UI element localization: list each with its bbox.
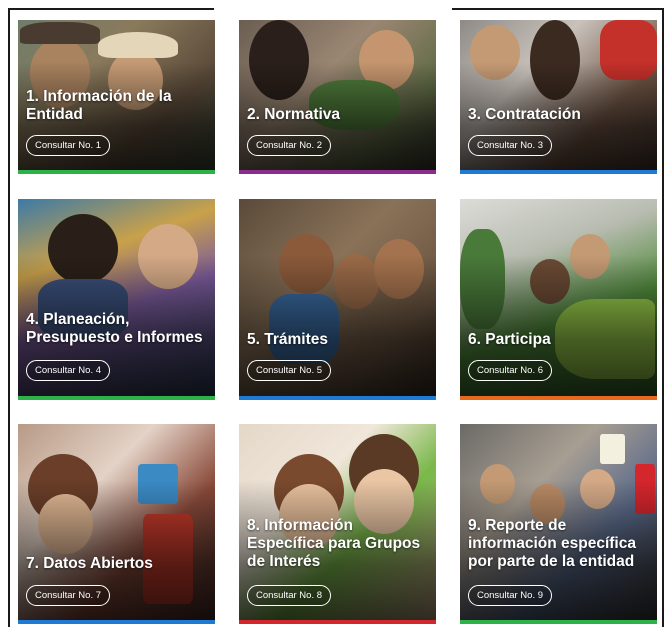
card-informacion-entidad[interactable]: 1. Información de la Entidad Consultar N… xyxy=(18,20,215,174)
card-color-bar xyxy=(460,170,657,174)
card-datos-abiertos[interactable]: 7. Datos Abiertos Consultar No. 7 xyxy=(18,424,215,624)
card-title: 9. Reporte de información específica por… xyxy=(468,517,636,570)
card-color-bar xyxy=(460,620,657,624)
consultar-button[interactable]: Consultar No. 5 xyxy=(247,360,332,381)
card-normativa[interactable]: 2. Normativa Consultar No. 2 xyxy=(239,20,436,174)
card-title: 1. Información de la Entidad xyxy=(26,88,172,123)
card-title: 5. Trámites xyxy=(247,331,328,348)
consultar-button[interactable]: Consultar No. 9 xyxy=(468,585,553,606)
consultar-button[interactable]: Consultar No. 2 xyxy=(247,135,332,156)
card-participa[interactable]: 6. Participa Consultar No. 6 xyxy=(460,199,657,400)
consultar-button[interactable]: Consultar No. 1 xyxy=(26,135,111,156)
consultar-button[interactable]: Consultar No. 4 xyxy=(26,360,111,381)
card-title: 4. Planeación, Presupuesto e Informes xyxy=(26,311,203,346)
card-contratacion[interactable]: 3. Contratación Consultar No. 3 xyxy=(460,20,657,174)
card-color-bar xyxy=(460,396,657,400)
card-title: 7. Datos Abiertos xyxy=(26,555,153,572)
card-planeacion[interactable]: 4. Planeación, Presupuesto e Informes Co… xyxy=(18,199,215,400)
consultar-button[interactable]: Consultar No. 8 xyxy=(247,585,332,606)
card-color-bar xyxy=(239,170,436,174)
card-color-bar xyxy=(18,396,215,400)
card-title: 2. Normativa xyxy=(247,106,341,123)
card-color-bar xyxy=(239,396,436,400)
card-title: 6. Participa xyxy=(468,331,551,348)
card-reporte-informacion[interactable]: 9. Reporte de información específica por… xyxy=(460,424,657,624)
consultar-button[interactable]: Consultar No. 7 xyxy=(26,585,111,606)
card-title: 3. Contratación xyxy=(468,106,581,123)
card-grupos-interes[interactable]: 8. Información Específica para Grupos de… xyxy=(239,424,436,624)
consultar-button[interactable]: Consultar No. 6 xyxy=(468,360,553,381)
card-title: 8. Información Específica para Grupos de… xyxy=(247,517,421,570)
card-color-bar xyxy=(239,620,436,624)
card-color-bar xyxy=(18,170,215,174)
card-tramites[interactable]: 5. Trámites Consultar No. 5 xyxy=(239,199,436,400)
top-divider-gap xyxy=(214,8,452,20)
card-color-bar xyxy=(18,620,215,624)
consultar-button[interactable]: Consultar No. 3 xyxy=(468,135,553,156)
